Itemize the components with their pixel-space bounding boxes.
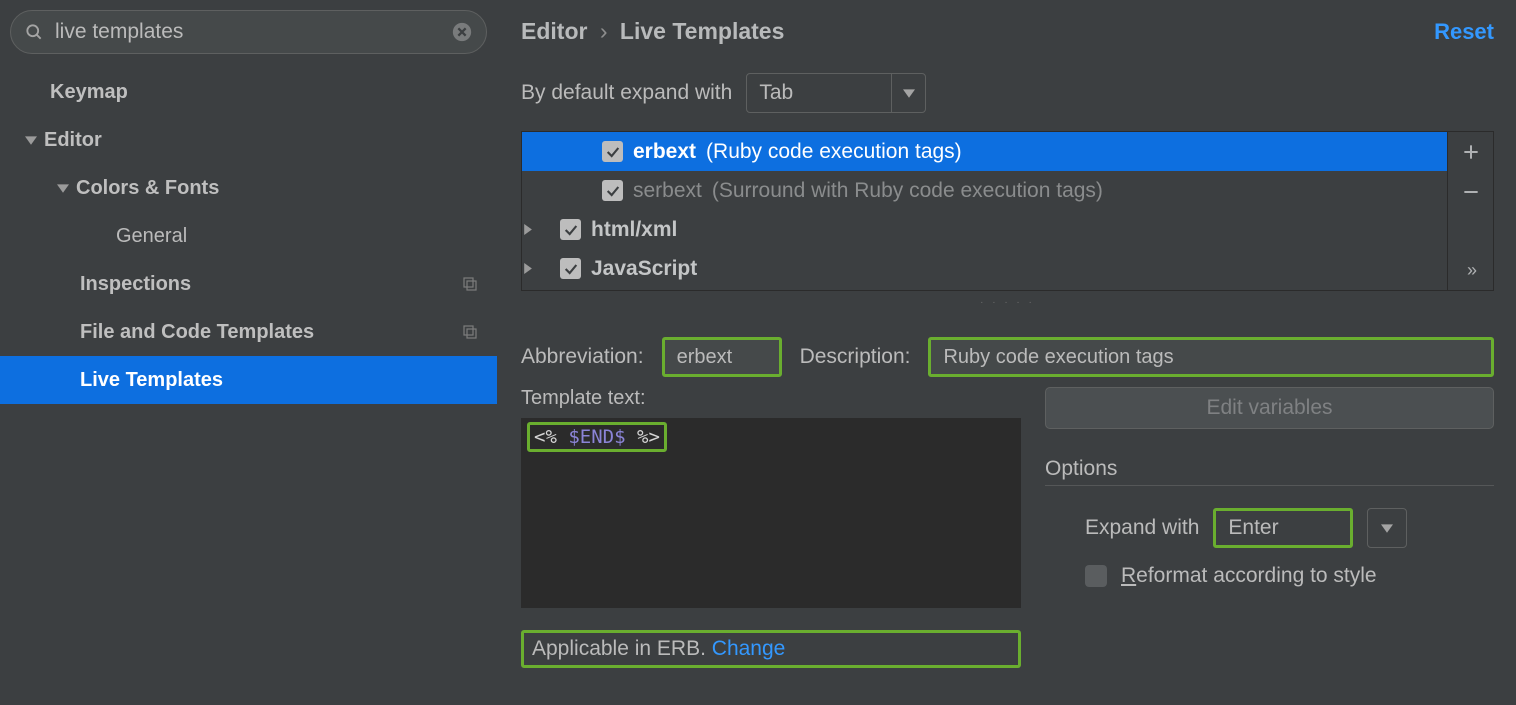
applicable-text: Applicable in ERB. [532,637,706,660]
expand-with-dropdown-button[interactable] [1367,508,1407,548]
template-name: erbext [633,140,696,164]
checkbox-icon[interactable] [602,180,623,201]
breadcrumb-separator: › [600,18,608,44]
chevron-down-icon [50,182,76,194]
breadcrumb: Editor › Live Templates [521,18,784,45]
reformat-row: Reformat according to style [1085,564,1494,588]
settings-dialog: Keymap Editor Colors & Fonts General Ins… [0,0,1516,705]
reformat-checkbox[interactable] [1085,565,1107,587]
reset-link[interactable]: Reset [1434,19,1494,45]
sidebar-item-label: Editor [44,129,497,152]
chevron-right-icon[interactable] [522,224,550,235]
template-variable: $END$ [568,426,625,448]
sidebar-item-live-templates[interactable]: Live Templates [0,356,497,404]
template-item-erbext[interactable]: erbext (Ruby code execution tags) [522,132,1447,171]
sidebar-item-label: Inspections [80,273,497,296]
select-value: Enter [1228,516,1278,540]
settings-main: Editor › Live Templates Reset By default… [497,0,1516,705]
checkbox-icon[interactable] [602,141,623,162]
sidebar-item-file-code-templates[interactable]: File and Code Templates [0,308,497,356]
description-input[interactable] [928,337,1494,377]
expand-with-select[interactable]: Enter [1213,508,1353,548]
chevron-right-icon[interactable] [522,263,550,274]
applicable-context: Applicable in ERB. Change [521,630,1021,668]
settings-sidebar: Keymap Editor Colors & Fonts General Ins… [0,0,497,705]
template-group-name: JavaScript [591,257,697,281]
sidebar-item-label: Keymap [50,81,497,104]
sidebar-item-editor[interactable]: Editor [0,116,497,164]
template-desc: (Surround with Ruby code execution tags) [712,179,1103,203]
template-options-column: Edit variables Options Expand with Enter [1045,387,1494,604]
chevron-down-icon [18,134,44,146]
reformat-label: Reformat according to style [1121,564,1377,588]
template-tag-close: %> [637,426,660,448]
abbreviation-input[interactable] [662,337,782,377]
expand-with-label: Expand with [1085,516,1199,540]
add-template-button[interactable] [1448,132,1494,172]
abbrev-desc-row: Abbreviation: Description: [521,337,1494,377]
checkbox-icon[interactable] [560,219,581,240]
template-group-name: html/xml [591,218,677,242]
template-text-input[interactable]: <% $END$ %> [521,418,1021,608]
abbreviation-label: Abbreviation: [521,345,644,369]
splitter-grip[interactable]: · · · · · [521,297,1494,311]
sidebar-item-inspections[interactable]: Inspections [0,260,497,308]
expand-with-row: Expand with Enter [1085,508,1494,548]
search-wrap [10,10,487,54]
sidebar-item-label: General [116,225,497,248]
chevron-down-icon [891,74,925,112]
search-icon [24,22,44,42]
template-list[interactable]: erbext (Ruby code execution tags) serbex… [522,132,1447,290]
select-value: Tab [759,81,793,105]
template-group-javascript[interactable]: JavaScript [522,249,1447,288]
sidebar-item-colors-fonts[interactable]: Colors & Fonts [0,164,497,212]
default-expand-row: By default expand with Tab [521,73,1494,113]
description-label: Description: [800,345,911,369]
change-context-link[interactable]: Change [712,637,786,660]
template-desc: (Ruby code execution tags) [706,140,962,164]
breadcrumb-current: Live Templates [620,18,784,44]
more-actions-button[interactable]: » [1448,250,1494,290]
search-input[interactable] [10,10,487,54]
sidebar-item-label: Live Templates [80,369,497,392]
template-item-serbext[interactable]: serbext (Surround with Ruby code executi… [522,171,1447,210]
template-text-row: Template text: <% $END$ %> Applicable in… [521,387,1494,668]
template-list-toolbar: » [1447,132,1493,290]
template-group-html-xml[interactable]: html/xml [522,210,1447,249]
edit-variables-button[interactable]: Edit variables [1045,387,1494,429]
clear-search-icon[interactable] [451,21,473,43]
project-scope-icon [461,323,479,341]
remove-template-button[interactable] [1448,172,1494,212]
sidebar-item-keymap[interactable]: Keymap [0,68,497,116]
sidebar-item-label: File and Code Templates [80,321,497,344]
template-text-label: Template text: [521,387,1021,410]
template-tag-open: <% [534,426,557,448]
main-header: Editor › Live Templates Reset [521,18,1494,45]
breadcrumb-parent: Editor [521,18,587,44]
settings-tree: Keymap Editor Colors & Fonts General Ins… [0,68,497,404]
template-list-area: erbext (Ruby code execution tags) serbex… [521,131,1494,291]
project-scope-icon [461,275,479,293]
template-name: serbext [633,179,702,203]
options-title: Options [1045,457,1494,486]
template-text-left: Template text: <% $END$ %> Applicable in… [521,387,1021,668]
checkbox-icon[interactable] [560,258,581,279]
default-expand-select[interactable]: Tab [746,73,926,113]
sidebar-item-label: Colors & Fonts [76,177,497,200]
default-expand-label: By default expand with [521,81,732,105]
sidebar-item-general[interactable]: General [0,212,497,260]
options-group: Options Expand with Enter Reformat accor… [1045,457,1494,604]
